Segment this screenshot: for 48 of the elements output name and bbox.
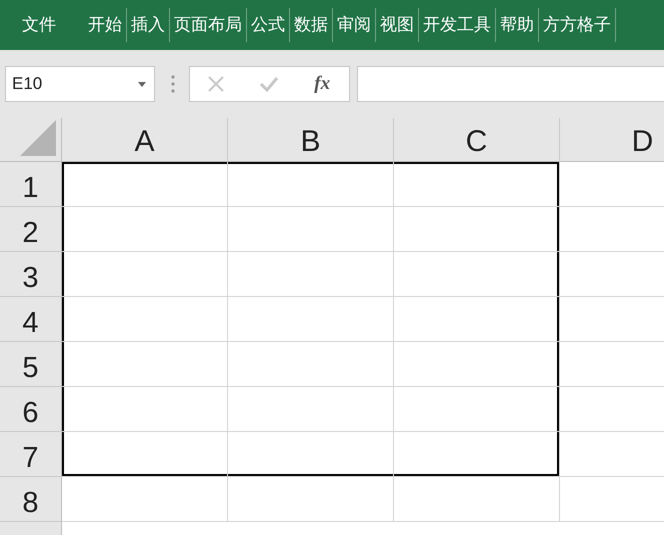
spreadsheet-cell[interactable] bbox=[62, 477, 228, 522]
ribbon-tab[interactable]: 视图 bbox=[376, 8, 419, 42]
spreadsheet-cell[interactable] bbox=[62, 387, 228, 432]
spreadsheet-cell[interactable] bbox=[228, 252, 394, 297]
spreadsheet-cell[interactable] bbox=[228, 432, 394, 477]
spreadsheet-cell[interactable] bbox=[394, 387, 560, 432]
ribbon-tab[interactable]: 公式 bbox=[247, 8, 290, 42]
checkmark-icon[interactable] bbox=[258, 76, 279, 92]
spreadsheet-cell[interactable] bbox=[228, 297, 394, 342]
select-all-icon[interactable] bbox=[20, 120, 56, 156]
spreadsheet-cell[interactable] bbox=[394, 342, 560, 387]
insert-function-button[interactable]: fx bbox=[312, 73, 332, 95]
spreadsheet-cell[interactable] bbox=[394, 297, 560, 342]
formula-input[interactable] bbox=[357, 66, 664, 102]
ribbon-tab[interactable]: 插入 bbox=[127, 8, 170, 42]
ribbon-tab[interactable]: 开发工具 bbox=[419, 8, 496, 42]
name-box[interactable]: E10 bbox=[5, 66, 155, 102]
ribbon-tab[interactable]: 页面布局 bbox=[170, 8, 247, 42]
spreadsheet-cell[interactable] bbox=[228, 477, 394, 522]
spreadsheet-cell[interactable] bbox=[62, 252, 228, 297]
spreadsheet-cell[interactable] bbox=[228, 207, 394, 252]
file-menu-tab[interactable]: 文件 bbox=[12, 8, 66, 42]
spreadsheet-cell[interactable] bbox=[62, 432, 228, 477]
more-options-icon[interactable] bbox=[171, 75, 175, 93]
spreadsheet-cell[interactable] bbox=[228, 342, 394, 387]
ribbon-tab[interactable]: 审阅 bbox=[333, 8, 376, 42]
cancel-icon[interactable] bbox=[206, 75, 225, 93]
spreadsheet-cell[interactable] bbox=[394, 252, 560, 297]
ribbon-tab[interactable]: 开始 bbox=[84, 8, 127, 42]
spreadsheet-cell[interactable] bbox=[62, 207, 228, 252]
spreadsheet-cell[interactable] bbox=[228, 387, 394, 432]
spreadsheet-cell[interactable] bbox=[228, 162, 394, 207]
column-header[interactable]: B bbox=[228, 118, 394, 162]
ribbon-tab[interactable]: 数据 bbox=[290, 8, 333, 42]
spreadsheet-cell[interactable] bbox=[62, 297, 228, 342]
spreadsheet-cell[interactable] bbox=[62, 342, 228, 387]
column-header[interactable]: A bbox=[62, 118, 228, 162]
ribbon-tab[interactable]: 帮助 bbox=[496, 8, 539, 42]
spreadsheet-cell[interactable] bbox=[394, 432, 560, 477]
spreadsheet-cell[interactable] bbox=[394, 207, 560, 252]
column-header[interactable]: C bbox=[394, 118, 560, 162]
spreadsheet-cell[interactable] bbox=[394, 477, 560, 522]
spreadsheet-cell[interactable] bbox=[62, 162, 228, 207]
cell-reference: E10 bbox=[12, 74, 42, 94]
dropdown-caret-icon[interactable] bbox=[138, 82, 146, 86]
column-header[interactable]: D bbox=[560, 118, 664, 162]
spreadsheet-cell[interactable] bbox=[394, 162, 560, 207]
ribbon-tab[interactable]: 方方格子 bbox=[539, 8, 616, 42]
